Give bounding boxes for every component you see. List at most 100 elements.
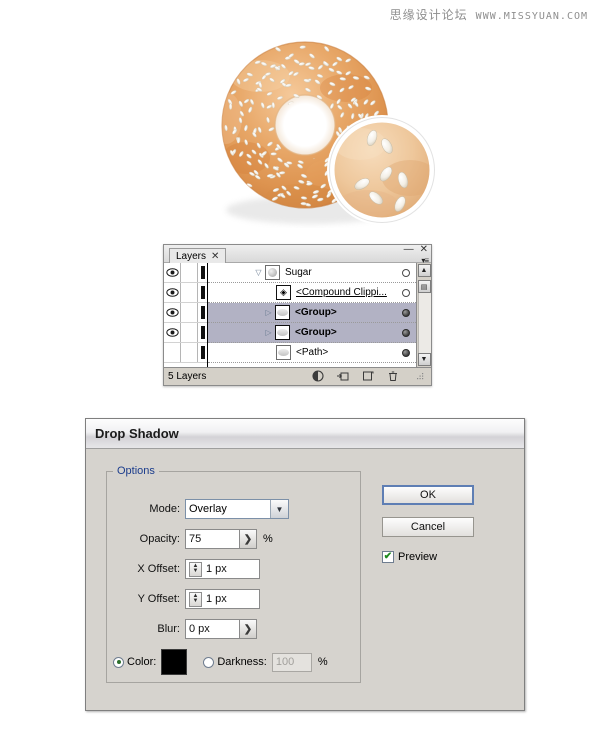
target-indicator[interactable] — [402, 349, 410, 357]
scrollbar-track[interactable] — [417, 293, 431, 353]
preview-checkbox[interactable]: ✔ — [382, 551, 394, 563]
minimize-icon[interactable]: — — [404, 245, 414, 255]
x-offset-label: X Offset: — [137, 563, 180, 575]
disclosure-triangle-icon[interactable]: ▽ — [252, 268, 265, 277]
cancel-button[interactable]: Cancel — [382, 517, 474, 537]
layer-row-group-2[interactable]: ▷ <Group> — [208, 323, 416, 343]
layer-toggle-row[interactable] — [164, 263, 207, 283]
layer-thumbnail[interactable]: ◈ — [276, 285, 291, 300]
visibility-toggle-4[interactable] — [164, 343, 181, 362]
options-legend: Options — [117, 465, 155, 477]
lock-toggle-0[interactable] — [181, 263, 198, 282]
chevron-down-icon[interactable]: ▼ — [270, 500, 288, 518]
y-offset-input[interactable]: ▲ ▼ 1 px — [185, 589, 260, 609]
y-offset-stepper[interactable]: ▲ ▼ — [189, 591, 202, 607]
spinner-down-icon[interactable]: ▼ — [193, 568, 199, 574]
tab-close-icon[interactable]: ✕ — [211, 250, 219, 263]
layer-color-strip-1 — [198, 283, 207, 302]
blur-slider-arrow-icon[interactable]: ❯ — [239, 619, 257, 639]
color-radio[interactable] — [113, 656, 124, 668]
create-new-sublayer-icon[interactable] — [337, 370, 349, 382]
layers-footer-buttons[interactable] — [312, 370, 427, 382]
layer-row-path[interactable]: <Path> — [208, 343, 416, 363]
layers-panel-titlebar[interactable]: Layers ✕ — ✕ ▾≡ — [164, 245, 431, 265]
layer-toggle-column — [164, 263, 208, 367]
target-indicator[interactable] — [402, 309, 410, 317]
close-icon[interactable]: ✕ — [420, 245, 428, 255]
shadow-color-swatch[interactable] — [161, 649, 188, 675]
ok-button[interactable]: OK — [382, 485, 474, 505]
layers-panel-body: ▽ Sugar ◈ <Compound Clippi... ▷ <Group> — [164, 263, 431, 367]
opacity-unit-label: % — [263, 533, 273, 545]
lock-toggle-1[interactable] — [181, 283, 198, 302]
opacity-slider-arrow-icon[interactable]: ❯ — [239, 529, 257, 549]
mode-row: Mode: Overlay ▼ — [107, 499, 360, 519]
layer-thumbnail[interactable] — [276, 345, 291, 360]
layer-name-label: <Group> — [295, 307, 337, 318]
opacity-input[interactable]: 75 — [185, 529, 240, 549]
layer-toggle-row[interactable] — [164, 343, 207, 363]
bagel-artwork-svg — [221, 41, 437, 225]
panel-window-buttons[interactable]: — ✕ — [404, 245, 428, 255]
layers-scrollbar[interactable]: ▲ ▤ ▼ — [416, 263, 431, 367]
color-label: Color: — [127, 656, 157, 668]
visibility-toggle-2[interactable] — [164, 303, 181, 322]
layer-name-label: <Compound Clippi... — [296, 287, 387, 298]
lock-toggle-4[interactable] — [181, 343, 198, 362]
layer-rows-column: ▽ Sugar ◈ <Compound Clippi... ▷ <Group> — [208, 263, 416, 367]
create-new-layer-icon[interactable] — [362, 370, 374, 382]
target-indicator[interactable] — [402, 329, 410, 337]
layer-toggle-row[interactable] — [164, 283, 207, 303]
sesame-bagel-illustration — [160, 28, 450, 228]
disclosure-triangle-icon[interactable]: ▷ — [262, 308, 275, 317]
layer-row-compound-clipping[interactable]: ◈ <Compound Clippi... — [208, 283, 416, 303]
lock-toggle-3[interactable] — [181, 323, 198, 342]
layer-thumbnail[interactable] — [275, 325, 290, 340]
scroll-down-icon[interactable]: ▼ — [417, 353, 431, 366]
layer-toggle-row[interactable] — [164, 323, 207, 343]
layer-row-sugar[interactable]: ▽ Sugar — [208, 263, 416, 283]
target-indicator[interactable] — [402, 289, 410, 297]
layer-thumbnail[interactable] — [265, 265, 280, 280]
target-indicator[interactable] — [402, 269, 410, 277]
blur-input[interactable]: 0 px — [185, 619, 240, 639]
layer-thumbnail[interactable] — [275, 305, 290, 320]
watermark-url-text: WWW.MISSYUAN.COM — [475, 11, 588, 22]
preview-row[interactable]: ✔ Preview — [382, 551, 474, 563]
visibility-toggle-0[interactable] — [164, 263, 181, 282]
darkness-unit-label: % — [317, 656, 328, 668]
make-clipping-mask-icon[interactable] — [312, 370, 324, 382]
dialog-titlebar[interactable]: Drop Shadow — [86, 419, 524, 449]
blur-row: Blur: 0 px ❯ — [107, 619, 360, 639]
mode-select-value: Overlay — [189, 503, 227, 515]
lock-toggle-2[interactable] — [181, 303, 198, 322]
darkness-value: 100 — [275, 656, 295, 668]
darkness-radio[interactable] — [203, 656, 215, 668]
layers-panel[interactable]: Layers ✕ — ✕ ▾≡ ▽ Sugar ◈ <Compound Clip… — [163, 244, 432, 386]
visibility-toggle-1[interactable] — [164, 283, 181, 302]
spinner-down-icon[interactable]: ▼ — [193, 598, 199, 604]
mode-select[interactable]: Overlay ▼ — [185, 499, 289, 519]
delete-selection-icon[interactable] — [387, 370, 399, 382]
darkness-input[interactable]: 100 — [271, 652, 312, 672]
color-darkness-row: Color: Darkness: 100 % — [107, 649, 360, 675]
scroll-thumb-icon[interactable]: ▤ — [417, 280, 431, 293]
scroll-up-icon[interactable]: ▲ — [417, 264, 431, 277]
layer-color-strip-2 — [198, 303, 207, 322]
eye-icon — [165, 288, 179, 297]
x-offset-row: X Offset: ▲ ▼ 1 px — [107, 559, 360, 579]
resize-grip-icon[interactable] — [417, 372, 424, 380]
tab-layers[interactable]: Layers ✕ — [169, 248, 227, 263]
visibility-toggle-3[interactable] — [164, 323, 181, 342]
drop-shadow-dialog[interactable]: Drop Shadow Options Mode: Overlay ▼ Opac… — [85, 418, 525, 711]
layer-row-group-1[interactable]: ▷ <Group> — [208, 303, 416, 323]
opacity-row: Opacity: 75 ❯ % — [107, 529, 360, 549]
blur-value: 0 px — [189, 623, 210, 635]
layer-name-label: <Group> — [295, 327, 337, 338]
disclosure-triangle-icon[interactable]: ▷ — [262, 328, 275, 337]
x-offset-input[interactable]: ▲ ▼ 1 px — [185, 559, 260, 579]
opacity-label: Opacity: — [139, 533, 180, 545]
layer-toggle-row[interactable] — [164, 303, 207, 323]
y-offset-row: Y Offset: ▲ ▼ 1 px — [107, 589, 360, 609]
x-offset-stepper[interactable]: ▲ ▼ — [189, 561, 202, 577]
